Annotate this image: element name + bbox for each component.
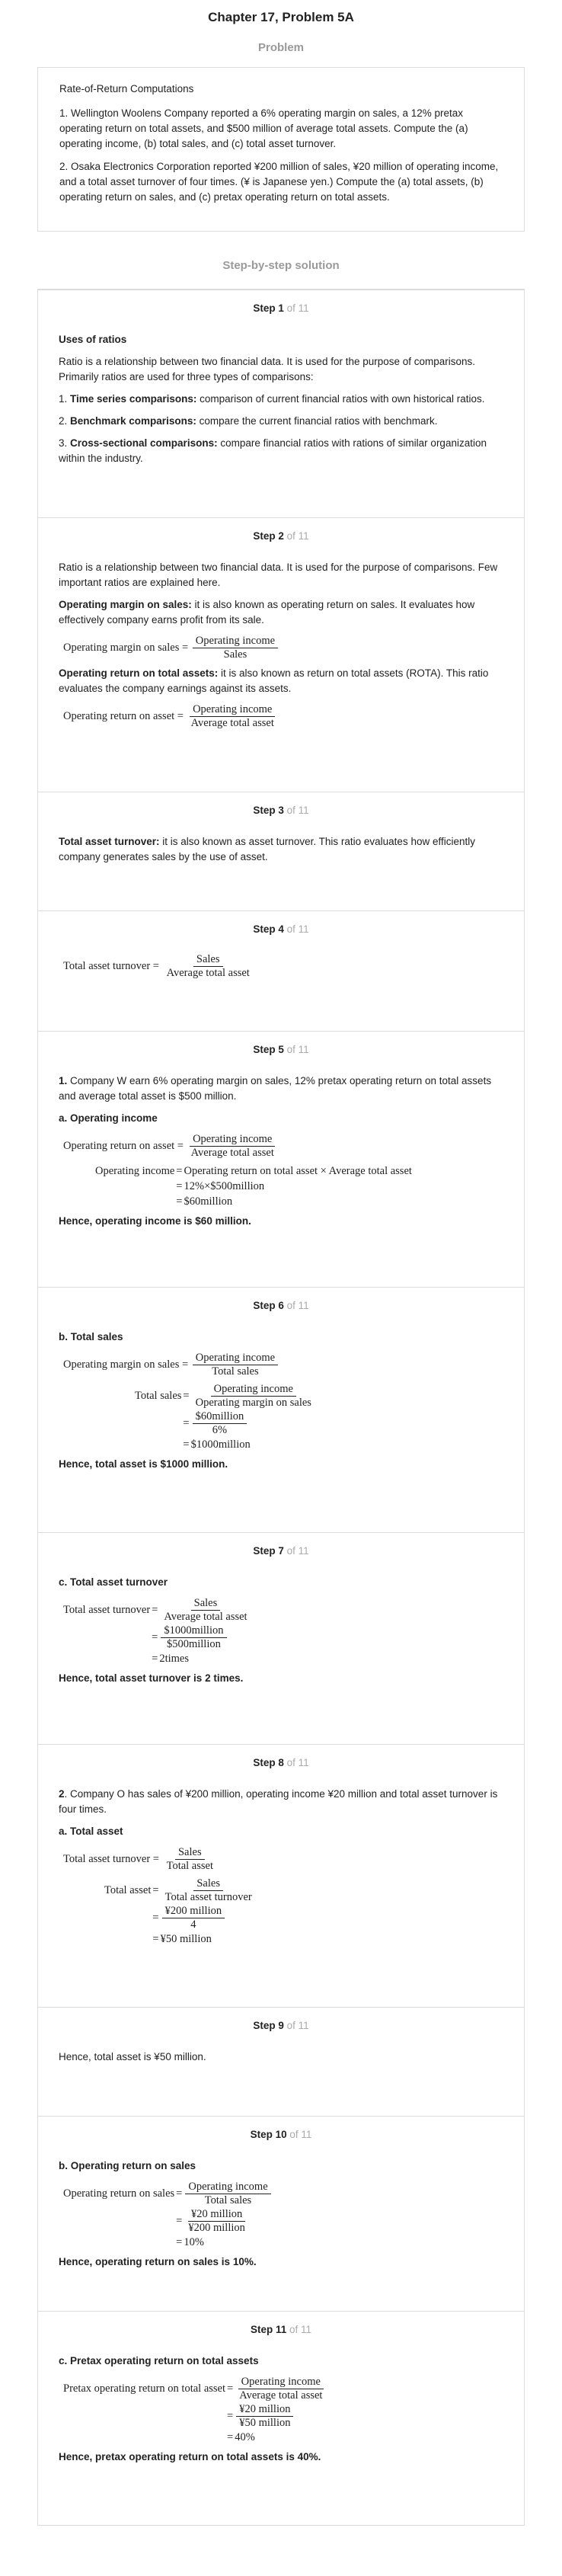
step-header: Step 4 of 11 — [253, 923, 309, 935]
problem-title: Rate-of-Return Computations — [59, 83, 194, 94]
step-1: Step 1 of 11 Uses of ratios Ratio is a r… — [38, 290, 524, 518]
step-11: Step 11 of 11 c. Pretax operating return… — [38, 2312, 524, 2525]
equation: Operating return on asset = Operating in… — [63, 703, 276, 729]
list-item: 3. Cross-sectional comparisons: compare … — [59, 437, 487, 464]
problem-heading: Problem — [257, 41, 304, 54]
conclusion: Hence, pretax operating return on total … — [59, 2451, 321, 2462]
equation-derivation: Total asset = Sales Total asset turnover = ¥… — [104, 1877, 252, 1945]
step-5: Step 5 of 11 1. Company W earn 6% operat… — [38, 1032, 524, 1288]
definition: Operating margin on sales: it is also kn… — [59, 599, 475, 626]
step-header: Step 8 of 11 — [253, 1757, 309, 1768]
problem-box: Rate-of-Return Computations 1. Wellingto… — [37, 67, 525, 232]
list-item: 2. Benchmark comparisons: compare the cu… — [59, 415, 438, 427]
step-header: Step 11 of 11 — [250, 2324, 312, 2335]
problem-item-1: 1. Wellington Woolens Company reported a… — [59, 107, 468, 149]
equation-derivation: Operating return on sales = Operating inco… — [63, 2181, 503, 2250]
step-text: 2. Company O has sales of ¥200 million, … — [59, 1788, 498, 1815]
step-text: Hence, total asset is ¥50 million. — [59, 2051, 206, 2062]
step-text: Ratio is a relationship between two fina… — [59, 562, 498, 588]
definition: Total asset turnover: it is also known a… — [59, 836, 475, 862]
step-6: Step 6 of 11 b. Total sales Operating ma… — [38, 1288, 524, 1533]
equation: Total asset turnover = Sales Total asset — [63, 1846, 213, 1872]
sub-heading: a. Total asset — [59, 1826, 123, 1837]
step-text: Ratio is a relationship between two fina… — [59, 356, 476, 382]
equation: Operating margin on sales = Operating in… — [63, 635, 503, 661]
step-header: Step 3 of 11 — [253, 805, 309, 816]
equation-derivation: Pretax operating return on total asset = O… — [63, 2376, 324, 2443]
step-header: Step 6 of 11 — [253, 1300, 309, 1311]
sub-heading: b. Operating return on sales — [59, 2160, 196, 2171]
equation: Operating margin on sales = Operating in… — [63, 1352, 503, 1378]
step-3: Step 3 of 11 Total asset turnover: it is… — [38, 792, 524, 911]
step-header: Step 7 of 11 — [253, 1545, 309, 1557]
step-4: Step 4 of 11 Total asset turnover = Sale… — [38, 911, 524, 1032]
problem-item-2: 2. Osaka Electronics Corporation reporte… — [59, 161, 499, 203]
equation-derivation: Total asset turnover = Sales Average total … — [63, 1597, 247, 1665]
step-8: Step 8 of 11 2. Company O has sales of ¥… — [38, 1745, 524, 2008]
sub-heading: a. Operating income — [59, 1112, 158, 1124]
sub-heading: c. Pretax operating return on total asse… — [59, 2355, 259, 2366]
list-item: 1. Time series comparisons: comparison o… — [59, 393, 485, 405]
sub-heading: c. Total asset turnover — [59, 1576, 168, 1588]
conclusion: Hence, total asset turnover is 2 times. — [59, 1672, 244, 1684]
conclusion: Hence, operating return on sales is 10%. — [59, 2256, 257, 2267]
equation: Total asset turnover = Sales Average tota… — [63, 953, 250, 979]
conclusion: Hence, operating income is $60 million. — [59, 1215, 251, 1227]
step-text: 1. Company W earn 6% operating margin on… — [59, 1075, 492, 1102]
step-header: Step 1 of 11 — [253, 302, 309, 314]
step-10: Step 10 of 11 b. Operating return on sal… — [38, 2117, 524, 2312]
equation-derivation: Total sales = Operating income Operating ma… — [135, 1383, 311, 1451]
step-header: Step 5 of 11 — [253, 1044, 309, 1055]
step-2: Step 2 of 11 Ratio is a relationship bet… — [38, 518, 524, 792]
step-7: Step 7 of 11 c. Total asset turnover Tot… — [38, 1533, 524, 1745]
definition: Operating return on total assets: it is … — [59, 667, 489, 694]
sub-heading: b. Total sales — [59, 1331, 123, 1342]
solution-heading: Step-by-step solution — [222, 259, 340, 272]
page-title: Chapter 17, Problem 5A — [208, 10, 354, 24]
step-9: Step 9 of 11 Hence, total asset is ¥50 m… — [38, 2008, 524, 2117]
equation-derivation: Operating income = Operating return on tot… — [95, 1165, 412, 1208]
step-title: Uses of ratios — [59, 334, 127, 345]
conclusion: Hence, total asset is $1000 million. — [59, 1458, 228, 1470]
step-header: Step 9 of 11 — [253, 2020, 309, 2031]
step-header: Step 10 of 11 — [250, 2129, 312, 2140]
solution-steps: Step 1 of 11 Uses of ratios Ratio is a r… — [37, 289, 525, 2526]
equation: Operating return on asset = Operating in… — [63, 1133, 276, 1159]
step-header: Step 2 of 11 — [253, 530, 309, 542]
